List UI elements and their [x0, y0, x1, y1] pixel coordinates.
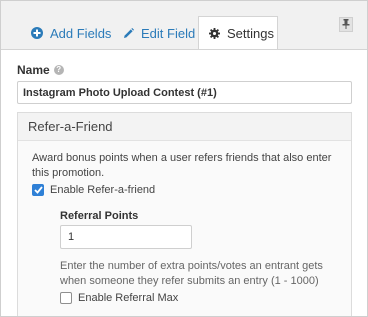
- settings-window: Add Fields Edit Field Settings Name ? In…: [0, 0, 368, 317]
- referral-points-input[interactable]: [60, 225, 192, 249]
- section-title: Refer-a-Friend: [18, 113, 351, 141]
- refer-a-friend-section: Refer-a-Friend Award bonus points when a…: [17, 112, 352, 316]
- gear-icon: [209, 28, 220, 39]
- enable-referral-max-row[interactable]: Enable Referral Max: [60, 292, 178, 304]
- tab-settings-label: Settings: [227, 26, 274, 41]
- pin-button[interactable]: [339, 17, 353, 32]
- enable-refer-a-friend-checkbox[interactable]: [32, 184, 44, 196]
- tab-bar: Add Fields Edit Field Settings: [1, 1, 367, 50]
- name-input[interactable]: [17, 81, 352, 104]
- name-field-label: Name ?: [17, 63, 64, 77]
- pin-icon: [342, 18, 350, 32]
- tab-add-fields[interactable]: Add Fields: [31, 17, 111, 49]
- pencil-icon: [123, 27, 134, 39]
- tab-settings[interactable]: Settings: [198, 16, 278, 50]
- checkmark-icon: [33, 186, 43, 194]
- name-label-text: Name: [17, 63, 50, 77]
- enable-refer-a-friend-row[interactable]: Enable Refer-a-friend: [32, 184, 155, 196]
- enable-referral-max-checkbox[interactable]: [60, 292, 72, 304]
- tab-edit-field[interactable]: Edit Field: [123, 17, 195, 49]
- plus-circle-icon: [31, 27, 43, 39]
- help-icon[interactable]: ?: [53, 65, 64, 75]
- enable-referral-max-label: Enable Referral Max: [78, 292, 179, 304]
- tab-edit-field-label: Edit Field: [141, 25, 196, 41]
- refer-description: Award bonus points when a user refers fr…: [32, 152, 332, 179]
- referral-points-label: Referral Points: [60, 210, 139, 222]
- enable-refer-a-friend-label: Enable Refer-a-friend: [50, 184, 156, 196]
- tab-add-fields-label: Add Fields: [50, 25, 112, 41]
- settings-panel: Name ? Refer-a-Friend Award bonus points…: [1, 49, 367, 316]
- referral-points-help: Enter the number of extra points/votes a…: [60, 260, 323, 287]
